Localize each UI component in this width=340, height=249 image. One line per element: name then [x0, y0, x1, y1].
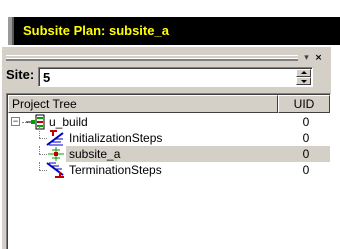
panel-drag-grip[interactable]: [6, 55, 298, 61]
column-header-uid[interactable]: UID: [278, 95, 330, 113]
column-header-project-tree[interactable]: Project Tree: [8, 95, 278, 113]
tree-row-initialization-steps[interactable]: InitializationSteps 0: [8, 126, 330, 146]
initialization-steps-icon: [46, 130, 64, 146]
tree-row-uid: 0: [302, 147, 310, 161]
tree-row-uid: 0: [302, 131, 310, 145]
close-button[interactable]: ×: [313, 54, 324, 64]
pin-button[interactable]: ▾: [301, 54, 312, 64]
collapse-toggle[interactable]: −: [11, 117, 20, 126]
termination-steps-icon: [46, 162, 64, 178]
site-spinner: [296, 69, 311, 85]
project-tree[interactable]: Project Tree UID − u_build 0 Initializat…: [6, 93, 331, 249]
tree-row-label: u_build: [49, 115, 88, 129]
spin-down-button[interactable]: [296, 77, 311, 85]
site-spinbox: [38, 67, 313, 87]
tree-connector: [39, 162, 40, 170]
tree-rows: − u_build 0 InitializationSteps 0 subsit…: [8, 114, 330, 178]
tree-row-label: subsite_a: [67, 146, 123, 162]
title-bar-edge-shadow: [12, 17, 14, 45]
tree-row-label: InitializationSteps: [69, 131, 163, 145]
tree-row-termination-steps[interactable]: TerminationSteps 0: [8, 162, 330, 178]
subsite-icon: [48, 147, 64, 161]
tree-row-u-build[interactable]: − u_build 0: [8, 114, 330, 130]
site-label: Site:: [6, 67, 35, 82]
spin-up-button[interactable]: [296, 69, 311, 77]
tree-connector: [39, 126, 40, 138]
subsite-plan-panel: ▾ × Site: Project Tree UID −: [1, 47, 331, 249]
tree-connector: [39, 146, 40, 154]
tree-row-subsite-a[interactable]: subsite_a 0: [8, 146, 330, 162]
title-bar: Subsite Plan: subsite_a: [8, 17, 340, 45]
tree-row-uid: 0: [302, 163, 310, 177]
window-title: Subsite Plan: subsite_a: [23, 23, 169, 38]
tree-row-uid: 0: [302, 115, 310, 129]
tree-row-label: TerminationSteps: [69, 163, 162, 177]
build-icon: [26, 114, 45, 130]
site-input[interactable]: [43, 69, 283, 85]
